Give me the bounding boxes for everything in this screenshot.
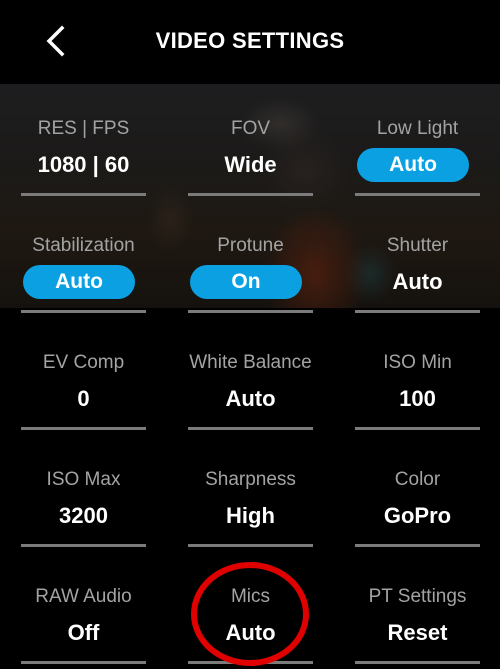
- divider: [21, 310, 146, 313]
- setting-value[interactable]: Auto: [168, 620, 333, 646]
- setting-value[interactable]: Reset: [335, 620, 500, 646]
- setting-value[interactable]: 1080 | 60: [1, 152, 166, 178]
- divider: [21, 193, 146, 196]
- setting-label: Stabilization: [32, 235, 135, 256]
- setting-label: Color: [394, 469, 441, 490]
- setting-label: ISO Min: [383, 352, 452, 373]
- setting-white-balance[interactable]: White Balance Auto: [188, 318, 313, 435]
- setting-raw-audio[interactable]: RAW Audio Off: [21, 552, 146, 669]
- setting-mics[interactable]: Mics Auto: [188, 552, 313, 669]
- setting-label: Shutter: [386, 235, 449, 256]
- divider: [355, 544, 480, 547]
- divider: [188, 661, 313, 664]
- divider: [21, 427, 146, 430]
- setting-label: EV Comp: [42, 352, 125, 373]
- setting-stabilization[interactable]: Stabilization Auto: [21, 201, 146, 318]
- setting-ev-comp[interactable]: EV Comp 0: [21, 318, 146, 435]
- divider: [355, 427, 480, 430]
- setting-iso-min[interactable]: ISO Min 100: [355, 318, 480, 435]
- setting-label: Protune: [217, 235, 284, 256]
- header-bar: VIDEO SETTINGS: [0, 0, 500, 84]
- page-title: VIDEO SETTINGS: [155, 28, 345, 53]
- setting-label: White Balance: [189, 352, 312, 373]
- setting-value[interactable]: High: [168, 503, 333, 529]
- divider: [188, 193, 313, 196]
- setting-value-pill[interactable]: On: [190, 265, 302, 299]
- setting-res-fps[interactable]: RES | FPS 1080 | 60: [21, 84, 146, 201]
- divider: [188, 544, 313, 547]
- setting-iso-max[interactable]: ISO Max 3200: [21, 435, 146, 552]
- divider: [21, 544, 146, 547]
- setting-value[interactable]: Wide: [168, 152, 333, 178]
- setting-color[interactable]: Color GoPro: [355, 435, 480, 552]
- setting-label: Sharpness: [205, 469, 296, 490]
- setting-value[interactable]: 0: [1, 386, 166, 412]
- divider: [355, 193, 480, 196]
- setting-value-pill[interactable]: Auto: [357, 148, 469, 182]
- setting-protune[interactable]: Protune On: [188, 201, 313, 318]
- setting-value[interactable]: 3200: [1, 503, 166, 529]
- setting-shutter[interactable]: Shutter Auto: [355, 201, 480, 318]
- divider: [355, 661, 480, 664]
- setting-label: RAW Audio: [35, 586, 132, 607]
- setting-value[interactable]: Auto: [335, 269, 500, 295]
- setting-value-pill[interactable]: Auto: [23, 265, 135, 299]
- setting-label: Low Light: [376, 118, 459, 139]
- setting-value[interactable]: GoPro: [335, 503, 500, 529]
- divider: [188, 427, 313, 430]
- divider: [188, 310, 313, 313]
- setting-sharpness[interactable]: Sharpness High: [188, 435, 313, 552]
- setting-value[interactable]: Auto: [168, 386, 333, 412]
- setting-low-light[interactable]: Low Light Auto: [355, 84, 480, 201]
- setting-label: FOV: [230, 118, 271, 139]
- divider: [355, 310, 480, 313]
- setting-label: ISO Max: [46, 469, 121, 490]
- setting-pt-settings[interactable]: PT Settings Reset: [355, 552, 480, 669]
- setting-label: Mics: [230, 586, 271, 607]
- setting-label: RES | FPS: [37, 118, 130, 139]
- setting-label: PT Settings: [368, 586, 467, 607]
- setting-fov[interactable]: FOV Wide: [188, 84, 313, 201]
- setting-value[interactable]: 100: [335, 386, 500, 412]
- setting-value[interactable]: Off: [1, 620, 166, 646]
- divider: [21, 661, 146, 664]
